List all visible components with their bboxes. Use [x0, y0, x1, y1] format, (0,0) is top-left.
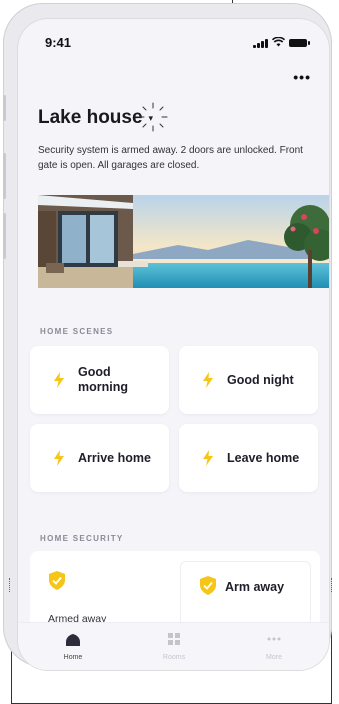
page-title: Lake house	[38, 107, 143, 128]
annotation-marker	[9, 578, 14, 592]
lightning-icon	[203, 372, 213, 388]
scene-label: Arrive home	[78, 450, 151, 465]
lightning-icon	[203, 450, 213, 466]
shield-icon	[200, 576, 216, 595]
tab-home[interactable]: Home	[23, 623, 123, 670]
tab-label: More	[266, 654, 282, 661]
lightning-icon	[54, 372, 64, 388]
more-options-button[interactable]: •••	[293, 69, 311, 85]
battery-icon	[289, 39, 310, 47]
scene-label: Good night	[227, 372, 294, 387]
app-screen: 9:41 ••• Lake house ▾ Security system is…	[18, 19, 329, 670]
bottom-tab-bar: Home Rooms More	[18, 622, 329, 670]
sparkle-icon	[138, 102, 168, 131]
lightning-icon	[54, 450, 64, 466]
signal-icon	[253, 38, 268, 48]
status-description: Security system is armed away. 2 doors a…	[38, 145, 303, 171]
scene-good-morning-card[interactable]: Good morning	[30, 346, 169, 414]
rooms-icon	[168, 633, 180, 645]
tab-rooms[interactable]: Rooms	[124, 623, 224, 670]
house-photo	[38, 195, 329, 288]
tab-more[interactable]: More	[224, 623, 324, 670]
tab-label: Home	[63, 654, 83, 661]
status-icons	[253, 36, 310, 49]
scene-leave-home-card[interactable]: Leave home	[179, 424, 318, 492]
shield-icon	[49, 571, 65, 590]
home-icon	[66, 634, 80, 646]
scene-label: Leave home	[227, 450, 300, 465]
scene-good-night-card[interactable]: Good night	[179, 346, 318, 414]
phone-side-button	[3, 153, 6, 199]
phone-frame: 9:41 ••• Lake house ▾ Security system is…	[3, 3, 332, 670]
scene-arrive-home-card[interactable]: Arrive home	[30, 424, 169, 492]
section-title-home-security: HOME SECURITY	[40, 534, 124, 543]
chevron-down-icon[interactable]: ▾	[138, 102, 168, 131]
phone-side-button	[3, 95, 6, 121]
arm-away-label: Arm away	[225, 580, 285, 594]
wifi-icon	[271, 36, 286, 49]
tab-label: Rooms	[162, 654, 186, 661]
scene-label: Good morning	[78, 365, 128, 394]
more-icon	[267, 637, 281, 641]
section-title-home-scenes: HOME SCENES	[40, 327, 114, 336]
status-time: 9:41	[45, 35, 72, 50]
annotation-marker	[331, 578, 336, 592]
location-selector[interactable]: Lake house ▾	[38, 102, 168, 131]
phone-side-button	[3, 213, 6, 259]
